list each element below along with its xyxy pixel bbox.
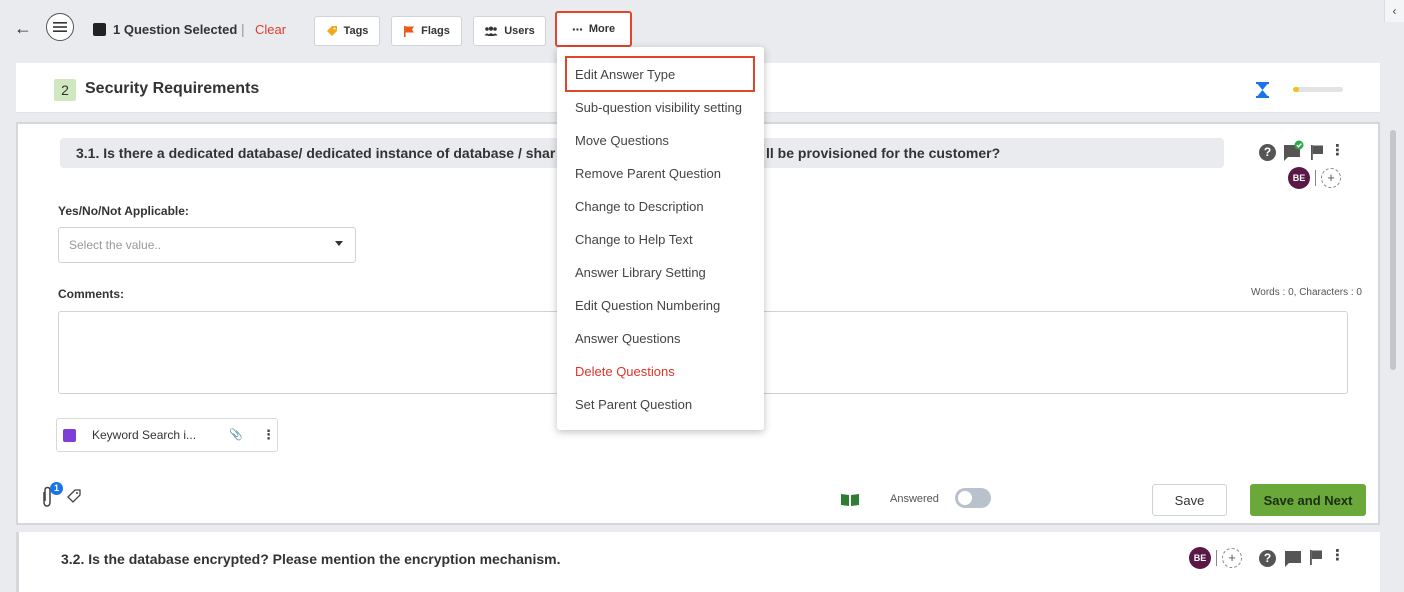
selected-count-text: 1 Question Selected: [113, 22, 238, 37]
toggle-knob: [958, 491, 972, 505]
menu-item-move-questions[interactable]: Move Questions: [575, 133, 669, 148]
attachment-count-badge: 1: [50, 482, 63, 495]
question-title: 3.1. Is there a dedicated database/ dedi…: [76, 145, 556, 161]
hamburger-menu-button[interactable]: [46, 13, 74, 41]
help-icon[interactable]: ?: [1259, 550, 1276, 567]
users-button-label: Users: [504, 25, 535, 37]
help-icon[interactable]: ?: [1259, 144, 1276, 161]
keyword-search-label: Keyword Search i...: [92, 428, 197, 442]
flag-icon[interactable]: [1309, 549, 1323, 565]
clear-selection-link[interactable]: Clear: [255, 22, 286, 37]
tags-button[interactable]: Tags: [314, 16, 380, 46]
more-button[interactable]: ··· More: [555, 11, 632, 47]
section-title: Security Requirements: [85, 80, 260, 97]
tags-button-label: Tags: [343, 25, 369, 37]
add-user-button[interactable]: +: [1222, 548, 1242, 568]
avatar[interactable]: BE: [1288, 167, 1310, 189]
paperclip-icon[interactable]: 📎: [229, 428, 243, 441]
question-card: 3.2. Is the database encrypted? Please m…: [16, 532, 1380, 592]
menu-item-delete-questions[interactable]: Delete Questions: [575, 364, 675, 379]
hourglass-icon: [1256, 82, 1269, 98]
selection-checkbox[interactable]: [93, 23, 106, 36]
more-dropdown-menu: Edit Answer Type Sub-question visibility …: [557, 47, 764, 430]
question-title-tail: ll be provisioned for the customer?: [766, 145, 1001, 161]
flags-button-label: Flags: [421, 25, 450, 37]
question-title: 3.2. Is the database encrypted? Please m…: [61, 551, 561, 567]
back-arrow-icon[interactable]: ←: [14, 18, 32, 38]
comment-icon[interactable]: [1283, 140, 1305, 162]
keyword-search-chip[interactable]: Keyword Search i... 📎 ⋮: [56, 418, 278, 452]
toolbar-separator: |: [241, 21, 245, 37]
avatar-separator: [1216, 550, 1217, 566]
menu-item-set-parent-question[interactable]: Set Parent Question: [575, 397, 692, 412]
flag-icon[interactable]: [1310, 144, 1324, 160]
menu-item-change-to-description[interactable]: Change to Description: [575, 199, 704, 214]
flags-button[interactable]: Flags: [391, 16, 462, 46]
page-scrollbar[interactable]: [1390, 130, 1396, 370]
menu-item-remove-parent-question[interactable]: Remove Parent Question: [575, 166, 721, 181]
tag-icon: [326, 26, 337, 36]
kebab-icon[interactable]: ⋮: [262, 427, 275, 443]
avatar[interactable]: BE: [1189, 547, 1211, 569]
save-button[interactable]: Save: [1152, 484, 1227, 516]
section-number: 2: [54, 79, 76, 101]
save-and-next-button[interactable]: Save and Next: [1250, 484, 1366, 516]
answer-select-placeholder: Select the value..: [69, 238, 162, 252]
tag-outline-icon[interactable]: [66, 488, 82, 504]
kebab-icon[interactable]: ⋮: [1330, 546, 1345, 564]
more-button-label: More: [588, 23, 616, 35]
kebab-icon[interactable]: ⋮: [1330, 141, 1345, 159]
more-dots-icon: ···: [571, 21, 584, 37]
users-icon: [484, 26, 498, 36]
menu-item-edit-answer-type[interactable]: Edit Answer Type: [575, 67, 675, 82]
comments-label: Comments:: [58, 287, 125, 301]
hamburger-icon: [53, 22, 67, 32]
menu-item-answer-library-setting[interactable]: Answer Library Setting: [575, 265, 706, 280]
menu-item-change-to-help-text[interactable]: Change to Help Text: [575, 232, 693, 247]
section-progress-bar: [1293, 87, 1343, 92]
answered-label: Answered: [890, 493, 939, 505]
menu-item-edit-question-numbering[interactable]: Edit Question Numbering: [575, 298, 720, 313]
answer-select[interactable]: Select the value..: [58, 227, 356, 263]
answered-toggle[interactable]: [955, 488, 991, 508]
avatar-separator: [1315, 170, 1316, 186]
word-counter: Words : 0, Characters : 0: [1251, 287, 1362, 298]
section-progress-fill: [1293, 87, 1299, 92]
image-icon: [63, 429, 76, 442]
collapse-chevron-icon[interactable]: ‹: [1384, 0, 1404, 22]
answer-label: Yes/No/Not Applicable:: [58, 204, 189, 218]
menu-item-answer-questions[interactable]: Answer Questions: [575, 331, 681, 346]
chevron-down-icon: [335, 241, 343, 246]
flag-icon: [404, 26, 415, 37]
book-icon[interactable]: [840, 493, 860, 507]
comment-icon[interactable]: [1284, 549, 1302, 567]
menu-item-sub-question-visibility-setting[interactable]: Sub-question visibility setting: [575, 100, 742, 115]
add-user-button[interactable]: +: [1321, 168, 1341, 188]
users-button[interactable]: Users: [473, 16, 546, 46]
